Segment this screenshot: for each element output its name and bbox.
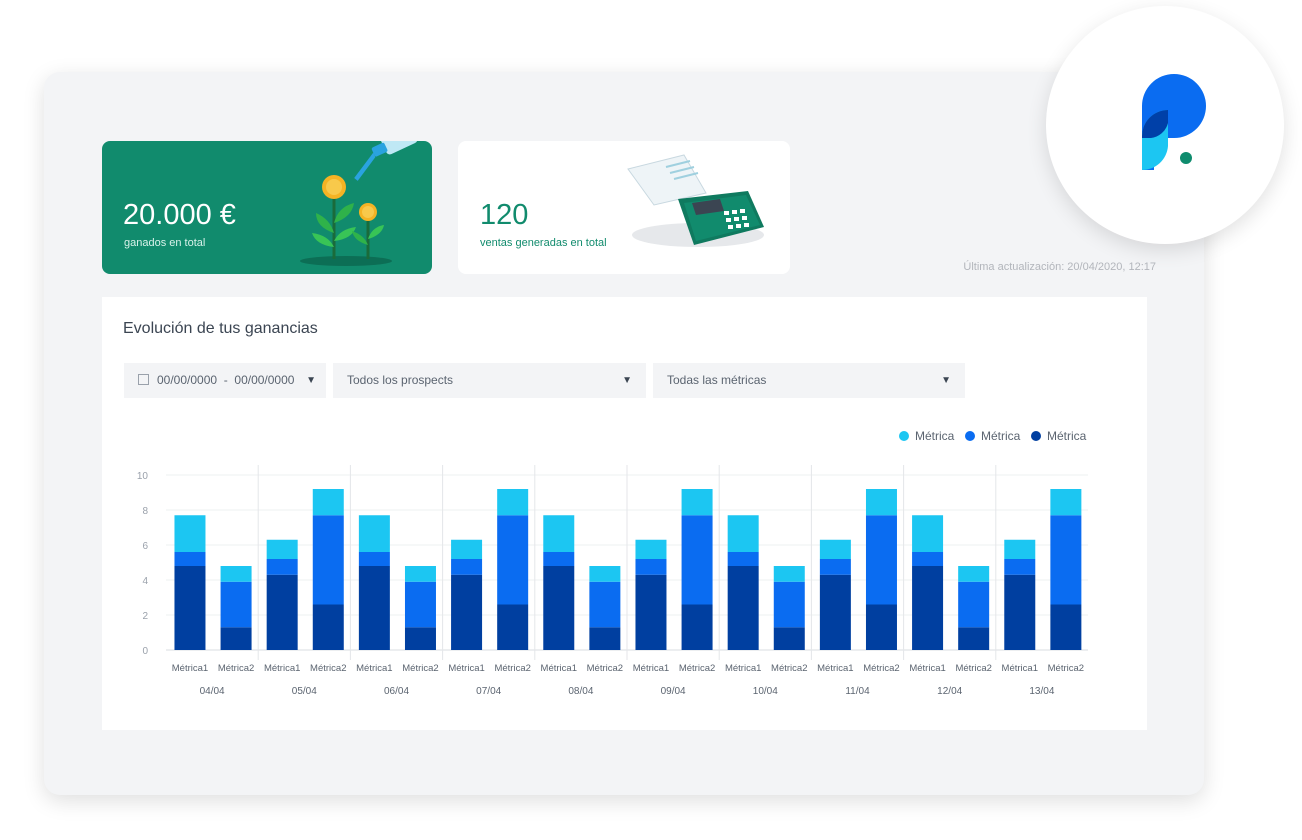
bar-segment [543,552,575,566]
bar-segment [174,566,206,650]
bar-segment [681,515,713,605]
earnings-bar-chart: 0 2 4 6 8 10 Métrica1 Métrica2 04/04 Métrica1 Métr… [137,465,1088,697]
bar-segment [451,559,483,575]
bar-segment [681,604,713,650]
bar-segment [312,604,344,650]
group-date-label: 10/04 [753,686,778,697]
bar-segment [497,604,529,650]
bar-segment [266,574,298,650]
bar-segment [220,627,252,650]
group-date-label: 06/04 [384,686,409,697]
bar-segment [773,566,805,582]
bar-segment [958,627,990,650]
bar-label: Métrica1 [264,663,300,674]
bar-segment [266,559,298,575]
bar-segment [497,489,529,516]
bar-segment [404,566,436,582]
bar-segment [1050,604,1082,650]
bar-segment [912,552,944,566]
bar-segment [358,515,390,552]
bar-segment [1050,515,1082,605]
group-date-label: 04/04 [200,686,225,697]
bar-segment [865,489,897,516]
bar-segment [358,552,390,566]
group-date-label: 12/04 [937,686,962,697]
bar-segment [404,627,436,650]
bar-segment [404,581,436,628]
bar-segment [681,489,713,516]
bar-label: Métrica2 [679,663,715,674]
bar-segment [773,581,805,628]
bar-segment [589,627,621,650]
bar-segment [635,574,667,650]
bar-segment [543,566,575,650]
bar-label: Métrica2 [218,663,254,674]
group-date-label: 05/04 [292,686,317,697]
bar-segment [1050,489,1082,516]
bar-label: Métrica2 [402,663,438,674]
bar-label: Métrica2 [955,663,991,674]
bar-label: Métrica1 [1002,663,1038,674]
bar-label: Métrica2 [587,663,623,674]
bar-segment [727,552,759,566]
bar-segment [451,539,483,559]
bar-segment [865,604,897,650]
bar-segment [865,515,897,605]
bar-label: Métrica1 [817,663,853,674]
bar-label: Métrica2 [494,663,530,674]
bar-segment [497,515,529,605]
bar-segment [174,515,206,552]
bar-label: Métrica1 [356,663,392,674]
bar-label: Métrica1 [448,663,484,674]
bar-label: Métrica1 [172,663,208,674]
bar-segment [727,515,759,552]
bar-segment [635,559,667,575]
group-date-label: 11/04 [845,686,870,697]
y-tick-label: 2 [142,611,148,622]
bar-segment [773,627,805,650]
group-date-label: 07/04 [476,686,501,697]
bar-segment [589,581,621,628]
group-date-label: 08/04 [568,686,593,697]
bar-segment [819,539,851,559]
bar-segment [819,574,851,650]
bar-segment [1004,574,1036,650]
bar-segment [589,566,621,582]
bar-segment [220,581,252,628]
bar-segment [1004,539,1036,559]
bar-segment [220,566,252,582]
bar-segment [312,515,344,605]
bar-segment [1004,559,1036,575]
bar-segment [266,539,298,559]
bar-label: Métrica2 [1048,663,1084,674]
bar-segment [451,574,483,650]
bar-segment [543,515,575,552]
bar-segment [958,581,990,628]
y-tick-label: 6 [142,541,148,552]
y-tick-label: 0 [142,646,148,657]
bar-label: Métrica1 [725,663,761,674]
y-tick-label: 4 [142,576,148,587]
y-tick-label: 10 [137,471,149,482]
bar-segment [912,566,944,650]
bar-segment [174,552,206,566]
group-date-label: 13/04 [1029,686,1054,697]
bar-label: Métrica1 [633,663,669,674]
bar-segment [819,559,851,575]
bar-segment [635,539,667,559]
bar-label: Métrica2 [863,663,899,674]
bar-segment [312,489,344,516]
group-date-label: 09/04 [661,686,686,697]
bar-segment [727,566,759,650]
bar-label: Métrica2 [310,663,346,674]
y-tick-label: 8 [142,506,148,517]
bar-label: Métrica1 [909,663,945,674]
bar-label: Métrica2 [771,663,807,674]
bar-segment [358,566,390,650]
bar-segment [912,515,944,552]
bar-label: Métrica1 [541,663,577,674]
bar-segment [958,566,990,582]
